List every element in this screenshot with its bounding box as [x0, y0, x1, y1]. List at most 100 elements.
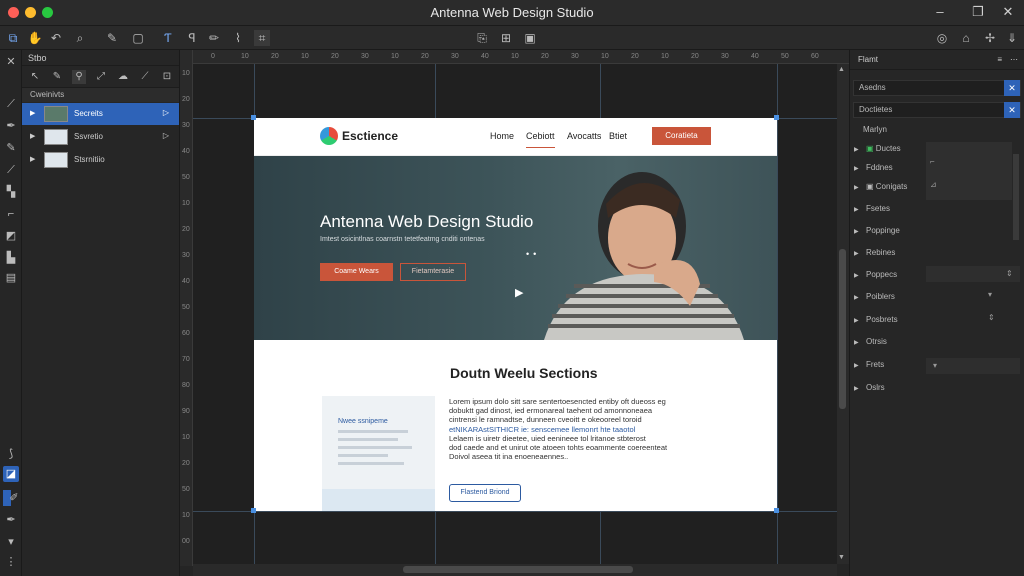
crop-icon[interactable]: ⌐	[3, 206, 19, 222]
read-more-button[interactable]: Flastend Briond	[449, 484, 521, 502]
save-icon[interactable]: ▣	[522, 30, 538, 46]
pen-tool-icon[interactable]: ✎	[104, 30, 120, 46]
caret-icon[interactable]: ▶	[854, 146, 866, 153]
restore-icon[interactable]: ❐	[970, 4, 986, 20]
selection-handle[interactable]	[251, 115, 256, 120]
brush-icon[interactable]: ⟋	[138, 70, 152, 84]
checkbox-icon[interactable]: ▣	[866, 144, 876, 153]
close-icon[interactable]: ✕	[1004, 80, 1020, 96]
property-row[interactable]: ▶ Poppecs	[854, 270, 897, 279]
visibility-icon[interactable]: ▷	[163, 131, 169, 140]
caret-icon[interactable]: ▶	[854, 250, 866, 257]
pen-icon[interactable]: ✒	[3, 118, 19, 134]
shape-icon[interactable]: ▚	[3, 184, 19, 200]
nav-cta-button[interactable]: Coratieta	[652, 127, 711, 145]
canvas-area[interactable]: Esctience Home Cebiott Avocatts Btiet Co…	[193, 64, 837, 564]
share-icon[interactable]: ✢	[982, 30, 998, 46]
more-icon[interactable]: ⋮	[3, 554, 19, 570]
expand-arrow-icon[interactable]: ▶	[30, 109, 35, 117]
selection-handle[interactable]	[251, 508, 256, 513]
fill-icon[interactable]: ▙	[3, 250, 19, 266]
expand-arrow-icon[interactable]: ▶	[30, 155, 35, 163]
close-icon[interactable]: ✕	[1004, 102, 1020, 118]
hand-icon[interactable]: ✋	[27, 30, 43, 46]
play-icon[interactable]: ▶	[515, 286, 523, 299]
property-field[interactable]: Doctietes ✕	[853, 102, 1021, 118]
property-row[interactable]: ▶ Frets	[854, 360, 884, 369]
undo-icon[interactable]: ↶	[48, 30, 64, 46]
chevron-down-icon[interactable]: ▾	[3, 534, 19, 550]
selection-handle[interactable]	[774, 115, 779, 120]
property-row[interactable]: ▶ Rebines	[854, 248, 895, 257]
menu-icon[interactable]: ⋯	[1010, 50, 1018, 70]
property-row[interactable]: ▶ Oslrs	[854, 383, 885, 392]
vertical-scrollbar[interactable]: ▲ ▼	[837, 64, 849, 564]
pen-icon[interactable]: ✎	[50, 70, 64, 84]
copy-icon[interactable]: ⎘	[474, 30, 490, 46]
lasso-icon[interactable]: ⟆	[3, 446, 19, 462]
cloud-icon[interactable]: ☁	[116, 70, 130, 84]
frame-icon[interactable]: ▢	[130, 30, 146, 46]
expand-arrow-icon[interactable]: ▶	[30, 132, 35, 140]
property-row[interactable]: ▶ Fsetes	[854, 204, 890, 213]
globe-icon[interactable]: ◎	[934, 30, 950, 46]
scroll-down-icon[interactable]: ▼	[838, 554, 845, 561]
transform-icon[interactable]: ⤢	[94, 70, 108, 84]
property-row[interactable]: ▶ ▣ Ductes	[854, 144, 901, 153]
minimize-icon[interactable]: –	[932, 4, 948, 19]
panel-scrollbar[interactable]	[1013, 154, 1019, 240]
property-row[interactable]: ▶ Poppinge	[854, 226, 900, 235]
vector-icon[interactable]: ⌇	[230, 30, 246, 46]
property-row[interactable]: ▶ Fddnes	[854, 163, 893, 172]
nav-link[interactable]: Btiet	[609, 131, 627, 141]
caret-icon[interactable]: ▶	[854, 228, 866, 235]
caret-icon[interactable]: ▶	[854, 294, 866, 301]
layers-icon[interactable]: ⧉	[5, 30, 21, 46]
link-icon[interactable]: ⌐	[930, 157, 935, 166]
select-frame-icon[interactable]: ◪	[3, 466, 19, 482]
horizontal-scrollbar[interactable]	[193, 564, 837, 576]
caret-icon[interactable]: ▶	[854, 184, 866, 191]
selection-handle[interactable]	[774, 508, 779, 513]
align-icon[interactable]: ⊿	[930, 180, 937, 189]
caret-icon[interactable]: ▶	[854, 317, 866, 324]
hero-primary-button[interactable]: Coame Wears	[320, 263, 393, 281]
nav-link-active[interactable]: Cebiott	[526, 131, 555, 148]
stepper-icon[interactable]: ⇕	[988, 313, 995, 322]
caret-icon[interactable]: ▶	[854, 362, 866, 369]
artboard[interactable]: Esctience Home Cebiott Avocatts Btiet Co…	[254, 118, 777, 511]
property-row[interactable]: ▶ Poiblers	[854, 292, 895, 301]
scroll-up-icon[interactable]: ▲	[838, 66, 845, 73]
caret-icon[interactable]: ▶	[854, 385, 866, 392]
hero-secondary-button[interactable]: Fietamterasie	[400, 263, 466, 281]
search-icon[interactable]: ⌕	[72, 30, 88, 46]
caret-icon[interactable]: ▶	[854, 206, 866, 213]
caret-icon[interactable]: ▶	[854, 339, 866, 346]
property-input[interactable]	[926, 358, 1020, 374]
layer-row[interactable]: ▶ Stsrnitiio	[22, 149, 179, 171]
visibility-icon[interactable]: ▷	[163, 108, 169, 117]
dropdown-icon[interactable]: ▾	[988, 290, 992, 299]
person-icon[interactable]: ⚲	[72, 70, 86, 84]
caret-icon[interactable]: ▶	[854, 272, 866, 279]
eyedropper-icon[interactable]: ⟋	[3, 96, 19, 112]
brush-tip-icon[interactable]: ✐	[9, 490, 19, 506]
crop-icon[interactable]: ⌗	[254, 30, 270, 46]
brush-icon[interactable]: ⟋	[3, 162, 19, 178]
close-icon[interactable]: ✕	[1000, 4, 1016, 20]
nav-link-home[interactable]: Home	[490, 131, 514, 141]
close-panel-icon[interactable]: ✕	[3, 54, 19, 70]
carousel-dots[interactable]: ••	[526, 249, 540, 259]
download-icon[interactable]: ⇓	[1004, 30, 1020, 46]
pencil-icon[interactable]: ✏	[206, 30, 222, 46]
caret-icon[interactable]: ▶	[854, 165, 866, 172]
grid-icon[interactable]: ⊞	[498, 30, 514, 46]
stepper-icon[interactable]: ⇕	[1006, 269, 1013, 278]
text-icon[interactable]: Ƭ	[160, 30, 176, 46]
layer-row[interactable]: ▶ Ssvretio ▷	[22, 126, 179, 148]
bell-icon[interactable]: ⌂	[958, 30, 974, 46]
property-row[interactable]: ▶ Otrsis	[854, 337, 887, 346]
dropdown-icon[interactable]: ▾	[933, 361, 937, 370]
cursor-icon[interactable]: ↖	[28, 70, 42, 84]
scroll-thumb[interactable]	[403, 566, 633, 573]
